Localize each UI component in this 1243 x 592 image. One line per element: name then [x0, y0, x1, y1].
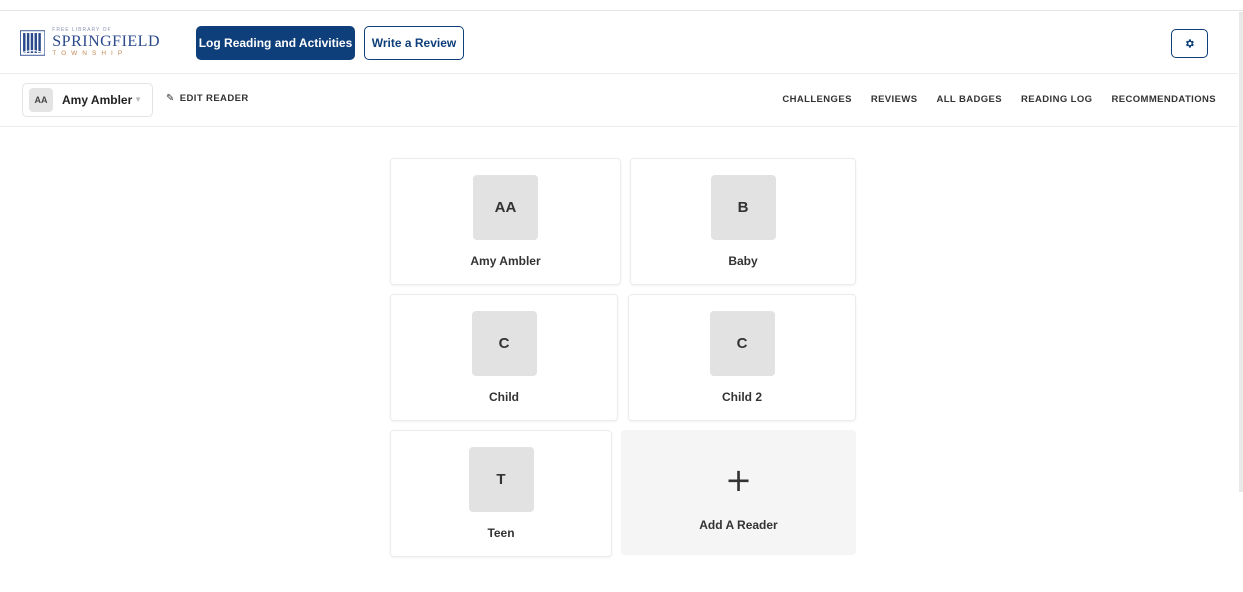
- settings-button[interactable]: [1171, 29, 1208, 58]
- library-logo-mark-icon: [20, 30, 46, 56]
- reader-card-name: Child 2: [721, 390, 762, 404]
- nav-all-badges[interactable]: ALL BADGES: [936, 94, 1002, 105]
- reader-dropdown[interactable]: AA Amy Ambler ▼: [22, 83, 153, 117]
- log-reading-button[interactable]: Log Reading and Activities: [196, 26, 355, 60]
- logo-text: FREE LIBRARY OF SPRINGFIELD TOWNSHIP: [52, 28, 160, 58]
- reader-card-avatar: C: [471, 311, 537, 376]
- reader-card-child-2[interactable]: C Child 2: [628, 294, 856, 421]
- reader-card-avatar: C: [709, 311, 775, 376]
- edit-reader-label: EDIT READER: [179, 93, 249, 104]
- reader-card-avatar: AA: [473, 175, 538, 240]
- logo-subtitle: TOWNSHIP: [52, 50, 128, 58]
- pencil-icon: ✎: [166, 93, 175, 104]
- reader-avatar: AA: [29, 88, 53, 112]
- library-logo[interactable]: FREE LIBRARY OF SPRINGFIELD TOWNSHIP: [20, 24, 160, 62]
- section-nav: CHALLENGES REVIEWS ALL BADGES READING LO…: [782, 94, 1216, 105]
- gear-icon: [1185, 39, 1194, 48]
- reader-card-avatar: T: [468, 447, 534, 512]
- reader-card-name: Teen: [487, 526, 515, 540]
- reader-card-baby[interactable]: B Baby: [630, 158, 856, 285]
- nav-challenges[interactable]: CHALLENGES: [782, 94, 851, 105]
- add-reader-card[interactable]: + Add A Reader: [621, 430, 856, 555]
- top-divider: [0, 10, 1243, 11]
- reader-card-teen[interactable]: T Teen: [390, 430, 612, 557]
- chevron-down-icon: ▼: [134, 95, 142, 104]
- reader-card-name: Child: [489, 390, 519, 404]
- reader-card-avatar: B: [710, 175, 776, 240]
- plus-icon: +: [725, 461, 752, 499]
- scrollbar[interactable]: [1239, 12, 1243, 492]
- logo-title: SPRINGFIELD: [52, 33, 160, 51]
- reader-name: Amy Ambler: [62, 93, 133, 107]
- nav-reading-log[interactable]: READING LOG: [1021, 94, 1092, 105]
- nav-reviews[interactable]: REVIEWS: [871, 94, 918, 105]
- site-header: FREE LIBRARY OF SPRINGFIELD TOWNSHIP Log…: [0, 12, 1238, 74]
- reader-card-child[interactable]: C Child: [390, 294, 618, 421]
- reader-subnav: AA Amy Ambler ▼ ✎ EDIT READER CHALLENGES…: [0, 75, 1238, 127]
- write-review-button[interactable]: Write a Review: [364, 26, 464, 60]
- nav-recommendations[interactable]: RECOMMENDATIONS: [1111, 94, 1216, 105]
- edit-reader-link[interactable]: ✎ EDIT READER: [166, 93, 249, 104]
- reader-card-amy-ambler[interactable]: AA Amy Ambler: [390, 158, 621, 285]
- reader-card-name: Amy Ambler: [470, 254, 541, 268]
- add-reader-label: Add A Reader: [699, 518, 778, 532]
- reader-card-name: Baby: [728, 254, 758, 268]
